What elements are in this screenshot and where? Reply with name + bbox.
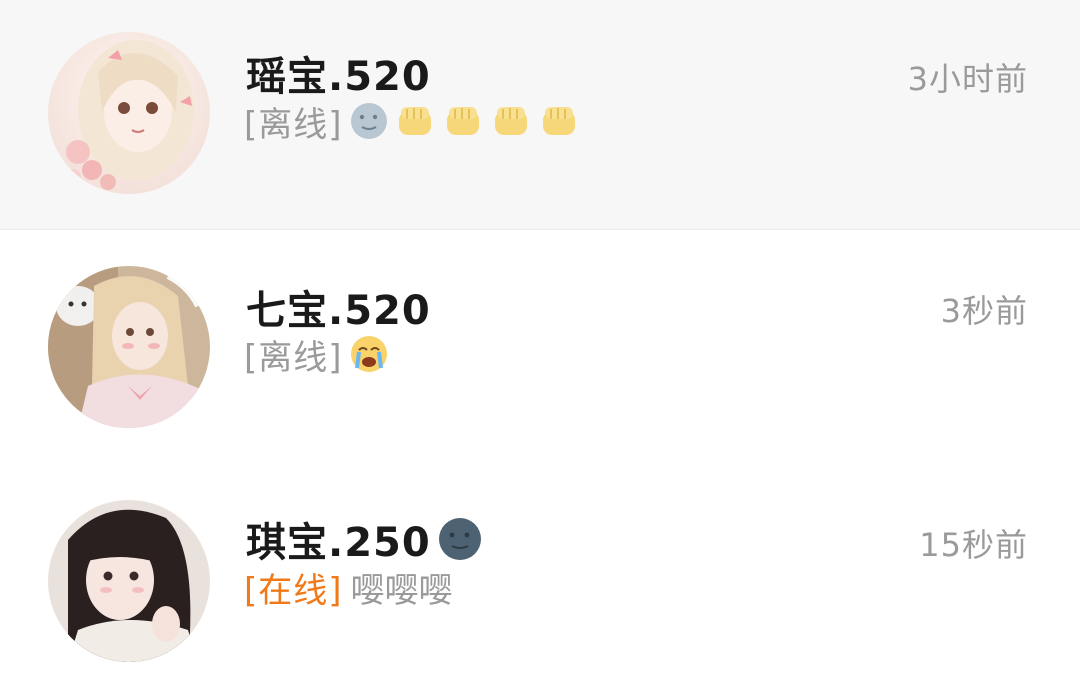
avatar[interactable] <box>48 32 210 194</box>
contact-name-line: 七宝.520 <box>246 282 431 334</box>
timestamp: 3秒前 <box>940 292 1028 330</box>
message-preview: [在线] 嘤嘤嘤 <box>244 564 453 611</box>
fist-icon <box>443 101 485 141</box>
contact-name: 七宝.520 <box>246 288 431 334</box>
timestamp: 3小时前 <box>907 60 1028 98</box>
crying-face-icon <box>349 334 389 374</box>
status-label: [离线] <box>244 337 343 378</box>
contact-name-line: 瑶宝.520 <box>246 48 431 100</box>
status-label: [离线] <box>244 104 343 145</box>
contact-name: 琪宝.250 <box>246 520 431 566</box>
fist-icon <box>395 101 437 141</box>
fist-icon <box>539 101 581 141</box>
conversation-item[interactable]: 七宝.520 [离线] 3秒前 <box>0 230 1080 460</box>
conversation-item[interactable]: 琪宝.250 [在线] 嘤嘤嘤 15秒前 <box>0 460 1080 685</box>
conversation-item[interactable]: 瑶宝.520 [离线] 3小时前 <box>0 0 1080 229</box>
contact-name: 瑶宝.520 <box>246 54 431 100</box>
message-text: 嘤嘤嘤 <box>350 570 453 611</box>
new-moon-face-icon <box>437 516 483 562</box>
conversation-list: 瑶宝.520 [离线] 3小时前 七宝.520 [离线] 3秒前 琪宝.250 … <box>0 0 1080 685</box>
blonde-girl-avatar-image <box>48 266 210 428</box>
message-preview: [离线] <box>244 331 389 378</box>
full-moon-face-icon <box>349 101 389 141</box>
avatar[interactable] <box>48 500 210 662</box>
fist-icon <box>491 101 533 141</box>
message-preview: [离线] <box>244 98 581 145</box>
dark-hair-girl-avatar-image <box>48 500 210 662</box>
contact-name-line: 琪宝.250 <box>246 514 483 566</box>
status-label: [在线] <box>244 570 343 611</box>
avatar[interactable] <box>48 266 210 428</box>
timestamp: 15秒前 <box>919 526 1028 564</box>
anime-girl-avatar-image <box>48 32 210 194</box>
